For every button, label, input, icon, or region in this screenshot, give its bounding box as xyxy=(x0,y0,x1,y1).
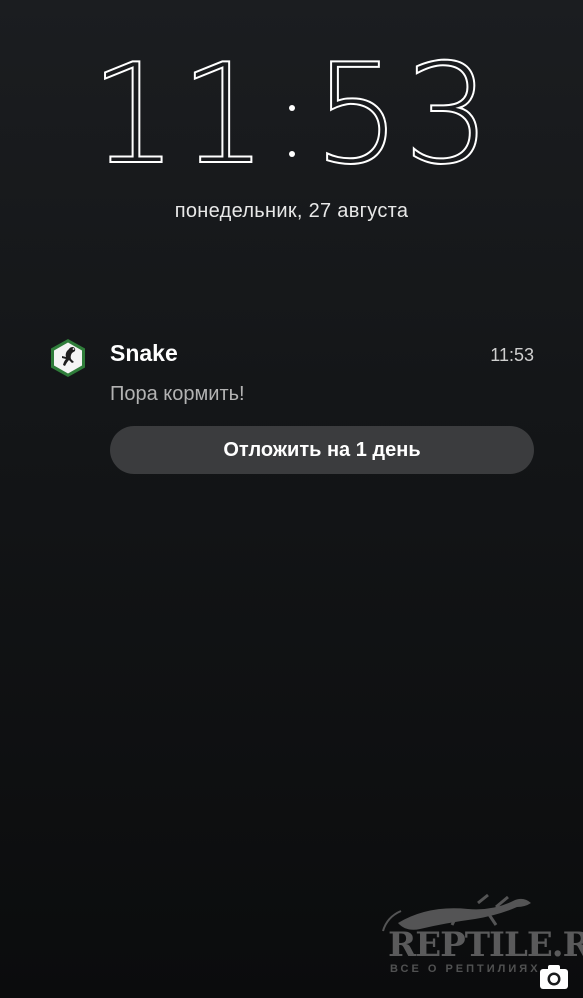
camera-icon[interactable] xyxy=(538,962,570,992)
clock-minutes: 53 xyxy=(313,34,494,195)
lockscreen-date: понедельник, 27 августа xyxy=(174,200,409,222)
notification-time: 11:53 xyxy=(490,345,534,365)
notification-app-name: Snake xyxy=(110,340,178,366)
watermark-subtitle: ВСЕ О РЕПТИЛИЯХ xyxy=(390,963,541,975)
snooze-button[interactable]: Отложить на 1 день xyxy=(110,426,534,474)
lizard-app-icon xyxy=(51,339,85,377)
lockscreen-clock: 11 53 xyxy=(0,34,583,195)
watermark-title: REPTILE.RU xyxy=(388,925,583,965)
clock-hours: 11 xyxy=(89,34,270,195)
lock-screen: 11 53 понедельник, 27 августа Snake 11:5… xyxy=(0,0,583,998)
notification-message: Пора кормить! xyxy=(110,383,245,405)
clock-separator xyxy=(270,65,314,165)
